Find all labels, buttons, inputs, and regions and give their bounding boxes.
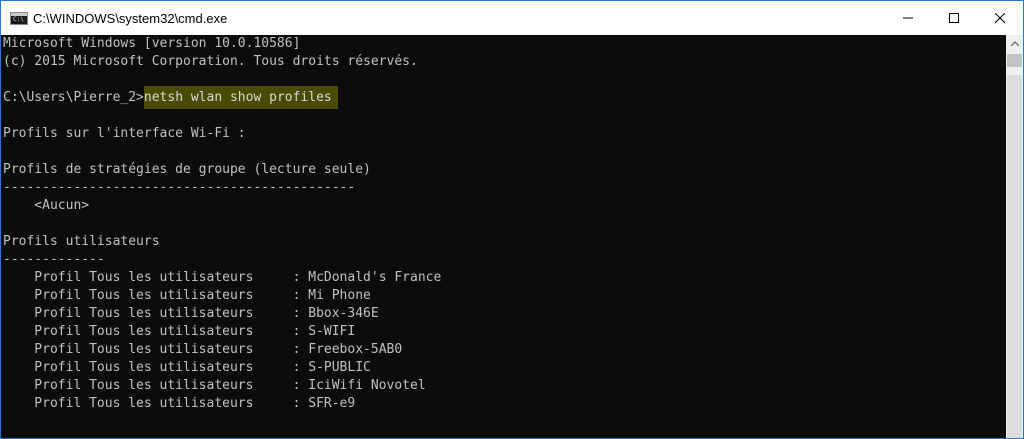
- profile-line: Profil Tous les utilisateurs : S-WIFI: [3, 324, 356, 339]
- profile-name: Freebox-5AB0: [308, 342, 403, 357]
- group-policy-heading: Profils de stratégies de groupe (lecture…: [3, 162, 371, 177]
- profile-name: S-WIFI: [308, 324, 356, 339]
- title-bar[interactable]: C:\ C:\WINDOWS\system32\cmd.exe: [1, 1, 1023, 35]
- profile-line: Profil Tous les utilisateurs : S-PUBLIC: [3, 360, 371, 375]
- scroll-up-button[interactable]: [1006, 35, 1023, 52]
- profile-name: Mi Phone: [308, 288, 371, 303]
- profile-name: SFR-e9: [308, 396, 356, 411]
- vertical-scrollbar[interactable]: [1006, 35, 1023, 438]
- console-output[interactable]: Microsoft Windows [version 10.0.10586] (…: [1, 35, 1006, 438]
- profile-name: IciWifi Novotel: [308, 378, 426, 393]
- window-controls: [885, 1, 1023, 35]
- interface-line: Profils sur l'interface Wi-Fi :: [3, 126, 246, 141]
- profile-line: Profil Tous les utilisateurs : Mi Phone: [3, 288, 371, 303]
- group-policy-none: <Aucun>: [3, 198, 90, 213]
- profile-line: Profil Tous les utilisateurs : McDonald'…: [3, 270, 442, 285]
- maximize-icon: [949, 13, 959, 23]
- profile-line: Profil Tous les utilisateurs : SFR-e9: [3, 396, 356, 411]
- profile-name: Bbox-346E: [308, 306, 379, 321]
- copyright-line: (c) 2015 Microsoft Corporation. Tous dro…: [3, 54, 418, 69]
- profile-name: McDonald's France: [308, 270, 442, 285]
- chevron-up-icon: [1010, 41, 1019, 46]
- profile-line: Profil Tous les utilisateurs : Bbox-346E: [3, 306, 379, 321]
- window-title: C:\WINDOWS\system32\cmd.exe: [33, 10, 228, 26]
- cmd-icon[interactable]: C:\: [10, 11, 28, 25]
- prompt: C:\Users\Pierre_2>: [3, 90, 144, 105]
- close-button[interactable]: [977, 1, 1023, 35]
- profile-line: Profil Tous les utilisateurs : Freebox-5…: [3, 342, 403, 357]
- close-icon: [995, 13, 1005, 23]
- minimize-button[interactable]: [885, 1, 931, 35]
- scroll-thumb[interactable]: [1007, 54, 1022, 67]
- version-line: Microsoft Windows [version 10.0.10586]: [3, 36, 301, 51]
- maximize-button[interactable]: [931, 1, 977, 35]
- minimize-icon: [903, 17, 913, 19]
- cmd-window: C:\ C:\WINDOWS\system32\cmd.exe Microsof…: [0, 0, 1024, 439]
- scroll-track[interactable]: [1007, 75, 1022, 438]
- group-policy-divider: ----------------------------------------…: [3, 180, 356, 195]
- command-line: C:\Users\Pierre_2>netsh wlan show profil…: [3, 86, 338, 109]
- user-profiles-heading: Profils utilisateurs: [3, 234, 160, 249]
- highlighted-command: netsh wlan show profiles: [143, 86, 338, 109]
- profile-line: Profil Tous les utilisateurs : IciWifi N…: [3, 378, 426, 393]
- user-profiles-divider: -------------: [3, 252, 105, 267]
- profile-name: S-PUBLIC: [308, 360, 371, 375]
